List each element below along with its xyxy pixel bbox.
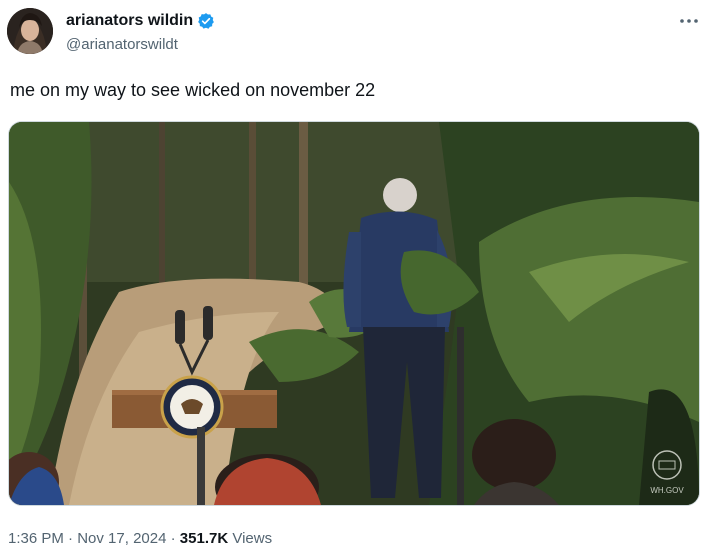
views-count: 351.7K bbox=[179, 530, 229, 547]
verified-badge-icon bbox=[197, 12, 215, 30]
tweet-media-image[interactable]: WH.GOV bbox=[8, 121, 700, 506]
meta-separator: · bbox=[68, 530, 74, 547]
tweet-time[interactable]: 1:36 PM bbox=[8, 530, 64, 547]
tweet-text: me on my way to see wicked on november 2… bbox=[10, 80, 376, 100]
meta-separator: · bbox=[170, 530, 176, 547]
views-label: Views bbox=[232, 530, 273, 547]
author-display-name[interactable]: arianators wildin bbox=[66, 12, 215, 30]
tweet-metadata: 1:36 PM · Nov 17, 2024 · 351.7K Views bbox=[8, 530, 272, 547]
author-handle[interactable]: @arianatorswildt bbox=[66, 36, 178, 53]
wh-gov-watermark: WH.GOV bbox=[650, 486, 684, 495]
tweet-date[interactable]: Nov 17, 2024 bbox=[77, 530, 166, 547]
avatar[interactable] bbox=[7, 8, 53, 54]
more-options-icon[interactable] bbox=[678, 10, 700, 32]
jungle-scene-image: WH.GOV bbox=[9, 122, 699, 505]
avatar-image bbox=[7, 8, 53, 54]
display-name-text: arianators wildin bbox=[66, 12, 194, 29]
